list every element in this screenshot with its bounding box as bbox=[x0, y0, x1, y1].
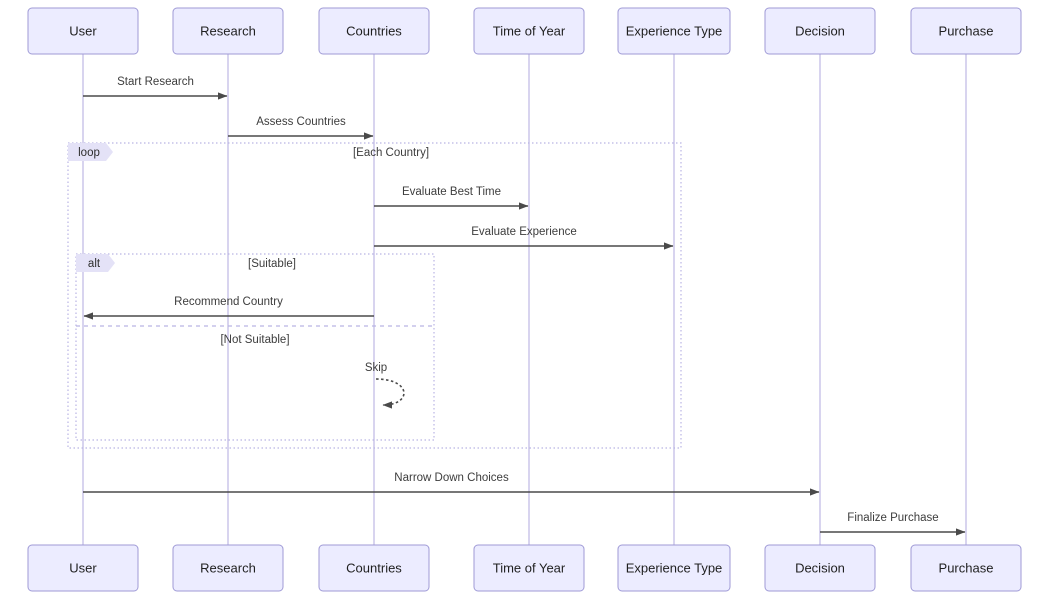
participant-header-experience[interactable]: Experience Type bbox=[617, 7, 731, 55]
participant-label: Research bbox=[200, 23, 256, 38]
participant-header-time[interactable]: Time of Year bbox=[473, 7, 585, 55]
participant-header-decision[interactable]: Decision bbox=[764, 7, 876, 55]
participant-header-research[interactable]: Research bbox=[172, 7, 284, 55]
participant-label: Time of Year bbox=[493, 23, 566, 38]
fragment-alt-suitability: alt [Suitable] [Not Suitable] bbox=[75, 253, 435, 441]
message-m1[interactable]: Start Research bbox=[83, 76, 228, 100]
message-m5[interactable]: Recommend Country bbox=[83, 296, 374, 320]
fragment-condition: [Suitable] bbox=[248, 258, 296, 270]
message-m4[interactable]: Evaluate Experience bbox=[374, 226, 674, 250]
participant-label: Purchase bbox=[939, 560, 994, 575]
fragment-border bbox=[75, 253, 435, 441]
participant-footer-time[interactable]: Time of Year bbox=[473, 544, 585, 592]
message-label: Start Research bbox=[117, 76, 194, 88]
fragment-tag-label: loop bbox=[78, 147, 100, 159]
participant-footer-research[interactable]: Research bbox=[172, 544, 284, 592]
participant-label: Decision bbox=[795, 560, 845, 575]
participant-footer-decision[interactable]: Decision bbox=[764, 544, 876, 592]
fragment-condition: [Each Country] bbox=[353, 147, 429, 159]
participant-footer-user[interactable]: User bbox=[27, 544, 139, 592]
participant-label: Research bbox=[200, 560, 256, 575]
message-label: Evaluate Best Time bbox=[402, 186, 501, 198]
messages-layer: Start Research Assess Countries Evaluate B… bbox=[83, 76, 966, 536]
participant-footer-experience[interactable]: Experience Type bbox=[617, 544, 731, 592]
message-label: Recommend Country bbox=[174, 296, 283, 308]
message-label: Evaluate Experience bbox=[471, 226, 576, 238]
participant-header-purchase[interactable]: Purchase bbox=[910, 7, 1022, 55]
participant-label: Countries bbox=[346, 560, 402, 575]
message-label: Skip bbox=[365, 362, 387, 374]
sequence-diagram-canvas: loop [Each Country] alt [Suitable] [Not Suit… bbox=[0, 0, 1050, 600]
participant-footer-purchase[interactable]: Purchase bbox=[910, 544, 1022, 592]
message-m7[interactable]: Narrow Down Choices bbox=[83, 472, 820, 496]
message-m6[interactable]: Skip bbox=[365, 362, 405, 409]
message-m2[interactable]: Assess Countries bbox=[228, 116, 374, 140]
message-label: Narrow Down Choices bbox=[394, 472, 509, 484]
fragment-tag-label: alt bbox=[88, 258, 101, 270]
participant-footer-countries[interactable]: Countries bbox=[318, 544, 430, 592]
participant-label: Time of Year bbox=[493, 560, 566, 575]
participant-label: Experience Type bbox=[626, 560, 723, 575]
sequence-diagram-svg: loop [Each Country] alt [Suitable] [Not Suit… bbox=[27, 7, 1022, 592]
participant-label: Purchase bbox=[939, 23, 994, 38]
participant-label: Countries bbox=[346, 23, 402, 38]
participant-label: User bbox=[69, 560, 97, 575]
fragment-else-condition: [Not Suitable] bbox=[220, 334, 289, 346]
participant-label: Experience Type bbox=[626, 23, 723, 38]
participant-header-user[interactable]: User bbox=[27, 7, 139, 55]
message-label: Assess Countries bbox=[256, 116, 346, 128]
message-m3[interactable]: Evaluate Best Time bbox=[374, 186, 529, 210]
participant-label: Decision bbox=[795, 23, 845, 38]
message-label: Finalize Purchase bbox=[847, 512, 938, 524]
message-arrow bbox=[375, 378, 405, 409]
participant-header-countries[interactable]: Countries bbox=[318, 7, 430, 55]
message-m8[interactable]: Finalize Purchase bbox=[820, 512, 966, 536]
participant-label: User bbox=[69, 23, 97, 38]
